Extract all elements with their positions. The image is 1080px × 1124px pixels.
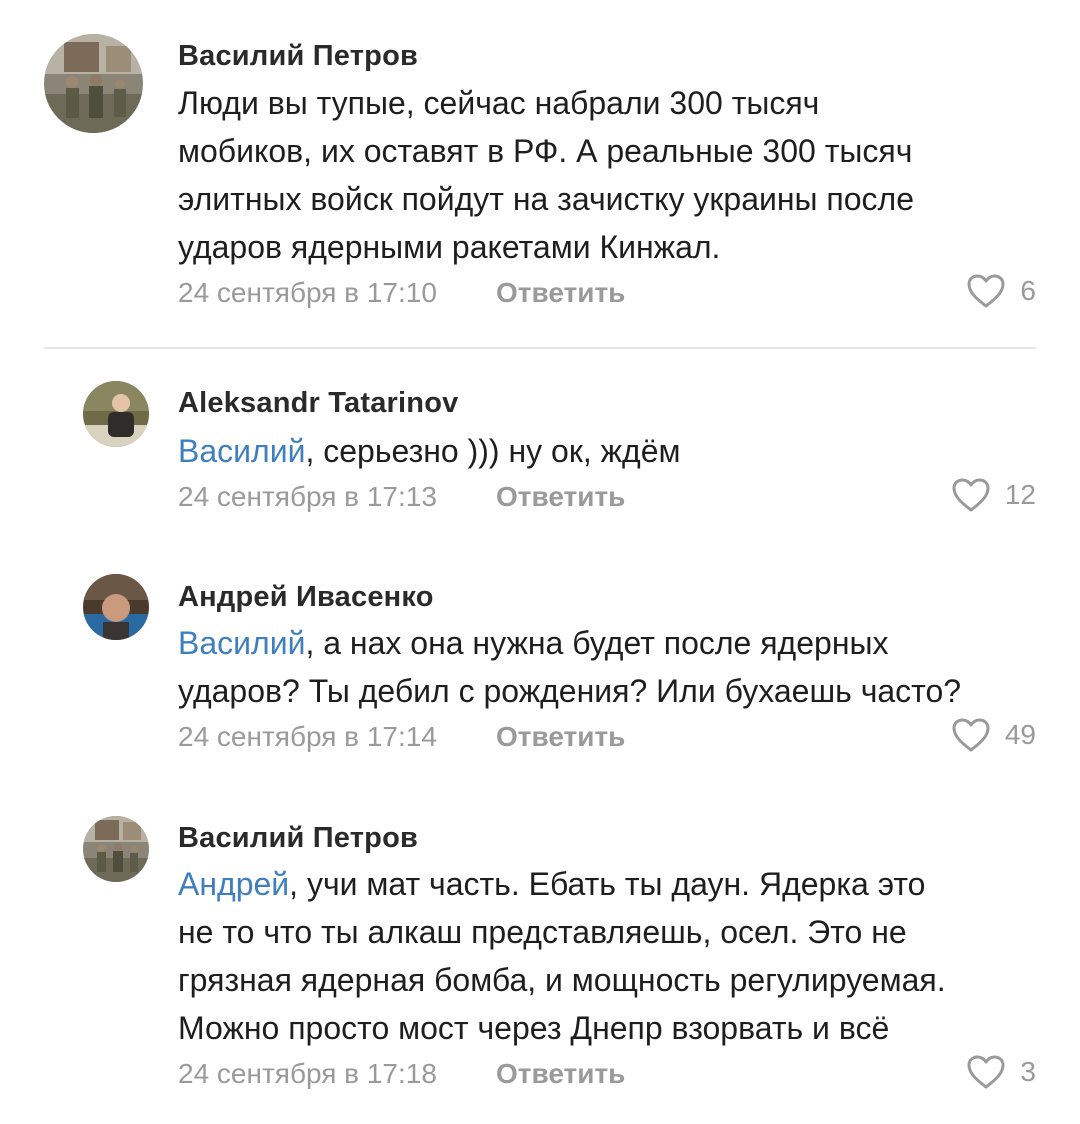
like-button[interactable]: 6	[966, 273, 1036, 309]
comment-2: Aleksandr Tatarinov Василий, серьезно ))…	[0, 349, 1080, 549]
like-count: 49	[1004, 719, 1036, 750]
comment-date[interactable]: 24 сентября в 17:10	[178, 277, 437, 309]
mention-link[interactable]: Андрей	[178, 866, 289, 902]
comment-text: Андрей, учи мат часть. Ебать ты даун. Яд…	[178, 860, 1048, 1052]
like-count: 3	[1020, 1056, 1036, 1087]
comment-author[interactable]: Андрей Ивасенко	[178, 581, 434, 614]
comment-author[interactable]: Василий Петров	[178, 40, 418, 73]
comment-text: Василий, серьезно ))) ну ок, ждём	[178, 427, 1048, 475]
comment-text-line: мобиков, их оставят в РФ. А реальные 300…	[178, 133, 913, 169]
avatar[interactable]	[83, 381, 149, 447]
like-count: 6	[1020, 275, 1036, 306]
reply-button[interactable]: Ответить	[496, 481, 625, 513]
avatar[interactable]	[83, 816, 149, 882]
comment-date[interactable]: 24 сентября в 17:18	[178, 1058, 437, 1090]
comment-text-line: Василий, серьезно ))) ну ок, ждём	[178, 427, 1048, 475]
comment-text: Василий, а нах она нужна будет после яде…	[178, 619, 1048, 715]
reply-button[interactable]: Ответить	[496, 1058, 625, 1090]
comment-1: Василий Петров Люди вы тупые, сейчас наб…	[0, 0, 1080, 347]
heart-icon	[951, 717, 991, 753]
heart-icon	[951, 477, 991, 513]
heart-icon	[966, 273, 1006, 309]
comment-author[interactable]: Василий Петров	[178, 822, 418, 855]
comment-text-rest: , а нах она нужна будет после ядерных	[305, 625, 889, 661]
comment-text-line: грязная ядерная бомба, и мощность регули…	[178, 962, 946, 998]
comment-text: Люди вы тупые, сейчас набрали 300 тысяч …	[178, 79, 1048, 271]
comment-date[interactable]: 24 сентября в 17:14	[178, 721, 437, 753]
comment-text-line: Андрей, учи мат часть. Ебать ты даун. Яд…	[178, 860, 1048, 908]
comment-text-line: не то что ты алкаш представляешь, осел. …	[178, 914, 907, 950]
like-button[interactable]: 3	[966, 1054, 1036, 1090]
like-count: 12	[1004, 479, 1036, 510]
comment-date[interactable]: 24 сентября в 17:13	[178, 481, 437, 513]
mention-link[interactable]: Василий	[178, 625, 305, 661]
like-button[interactable]: 12	[951, 477, 1036, 513]
heart-icon	[966, 1054, 1006, 1090]
comment-text-line: Василий, а нах она нужна будет после яде…	[178, 619, 1048, 667]
comment-text-line: Люди вы тупые, сейчас набрали 300 тысяч	[178, 85, 820, 121]
comment-text-line: элитных войск пойдут на зачистку украины…	[178, 181, 915, 217]
avatar[interactable]	[83, 574, 149, 640]
reply-button[interactable]: Ответить	[496, 277, 625, 309]
avatar[interactable]	[44, 34, 143, 133]
like-button[interactable]: 49	[951, 717, 1036, 753]
comment-text-line: ударов ядерными ракетами Кинжал.	[178, 229, 721, 265]
comment-3: Андрей Ивасенко Василий, а нах она нужна…	[0, 549, 1080, 789]
comment-text-rest: , учи мат часть. Ебать ты даун. Ядерка э…	[289, 866, 926, 902]
reply-button[interactable]: Ответить	[496, 721, 625, 753]
comment-text-line: Можно просто мост через Днепр взорвать и…	[178, 1010, 890, 1046]
comment-4: Василий Петров Андрей, учи мат часть. Еб…	[0, 789, 1080, 1124]
comment-text-line: ударов? Ты дебил с рождения? Или бухаешь…	[178, 673, 962, 709]
comment-text-rest: , серьезно ))) ну ок, ждём	[305, 433, 681, 469]
comment-author[interactable]: Aleksandr Tatarinov	[178, 387, 458, 420]
mention-link[interactable]: Василий	[178, 433, 305, 469]
